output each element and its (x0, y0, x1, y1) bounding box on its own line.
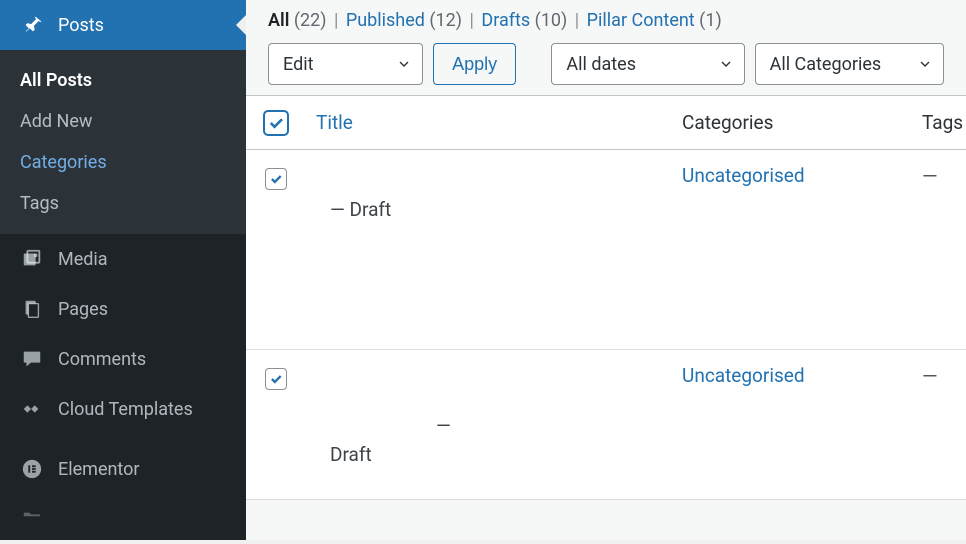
tags-value: — (922, 364, 938, 388)
row-checkbox[interactable] (265, 368, 287, 390)
table-header-row: Title Categories Tags (246, 96, 966, 150)
posts-table: Title Categories Tags — Draft Uncategori… (246, 95, 966, 500)
sidebar-label: Cloud Templates (58, 399, 193, 420)
submenu-categories[interactable]: Categories (0, 142, 246, 183)
sidebar-label: Media (58, 249, 108, 270)
filter-drafts[interactable]: Drafts (10) (481, 10, 567, 31)
comments-icon (20, 347, 44, 371)
filter-all[interactable]: All (268, 10, 289, 31)
apply-button[interactable]: Apply (433, 43, 516, 85)
tags-value: — (922, 164, 938, 188)
post-status-filters: All (22) | Published (12) | Drafts (10) … (246, 0, 966, 37)
category-link[interactable]: Uncategorised (682, 164, 805, 187)
filter-published[interactable]: Published (12) (346, 10, 462, 31)
sidebar-label: Elementor (58, 459, 140, 480)
title-column-header[interactable]: Title (316, 111, 353, 134)
post-status-prefix: — (436, 414, 451, 437)
folder-icon (20, 507, 44, 531)
table-row: — Draft Uncategorised — (246, 150, 966, 350)
table-row: — Draft Uncategorised — (246, 350, 966, 500)
category-link[interactable]: Uncategorised (682, 364, 805, 387)
pages-icon (20, 297, 44, 321)
sidebar-item-pages[interactable]: Pages (0, 284, 246, 334)
tags-column-header[interactable]: Tags (922, 111, 966, 134)
category-filter-select[interactable]: All Categories (755, 43, 944, 85)
categories-column-header[interactable]: Categories (682, 111, 922, 134)
sidebar-label: Comments (58, 349, 146, 370)
chevron-down-icon (718, 56, 734, 72)
sidebar-item-partial[interactable] (0, 494, 246, 544)
redacted-title (316, 164, 486, 190)
sidebar-item-posts[interactable]: Posts (0, 0, 246, 50)
title-cell[interactable]: — Draft (306, 164, 682, 335)
media-icon (20, 247, 44, 271)
sidebar-item-cloud-templates[interactable]: Cloud Templates (0, 384, 246, 434)
bulk-action-select[interactable]: Edit (268, 43, 423, 85)
cloud-templates-icon (20, 397, 44, 421)
post-status: — Draft (316, 198, 672, 221)
submenu-add-new[interactable]: Add New (0, 101, 246, 142)
sidebar-label: Posts (58, 15, 104, 36)
main-content: All (22) | Published (12) | Drafts (10) … (246, 0, 966, 540)
redacted-title (501, 164, 641, 190)
row-checkbox[interactable] (265, 168, 287, 190)
pin-icon (20, 13, 44, 37)
title-cell[interactable]: — Draft (306, 364, 682, 485)
sidebar-label: Pages (58, 299, 108, 320)
sidebar-item-elementor[interactable]: Elementor (0, 444, 246, 494)
chevron-down-icon (396, 56, 412, 72)
date-filter-select[interactable]: All dates (551, 43, 744, 85)
post-status-word: Draft (330, 443, 372, 466)
sidebar-submenu: All Posts Add New Categories Tags (0, 50, 246, 234)
select-all-checkbox[interactable] (263, 110, 289, 136)
submenu-tags[interactable]: Tags (0, 183, 246, 224)
chevron-down-icon (917, 56, 933, 72)
sidebar-item-media[interactable]: Media (0, 234, 246, 284)
filter-pillar-content[interactable]: Pillar Content (1) (587, 10, 722, 31)
bulk-actions-bar: Edit Apply All dates All Categories (246, 37, 966, 95)
submenu-all-posts[interactable]: All Posts (0, 60, 246, 101)
sidebar-item-comments[interactable]: Comments (0, 334, 246, 384)
elementor-icon (20, 457, 44, 481)
admin-sidebar: Posts All Posts Add New Categories Tags … (0, 0, 246, 540)
